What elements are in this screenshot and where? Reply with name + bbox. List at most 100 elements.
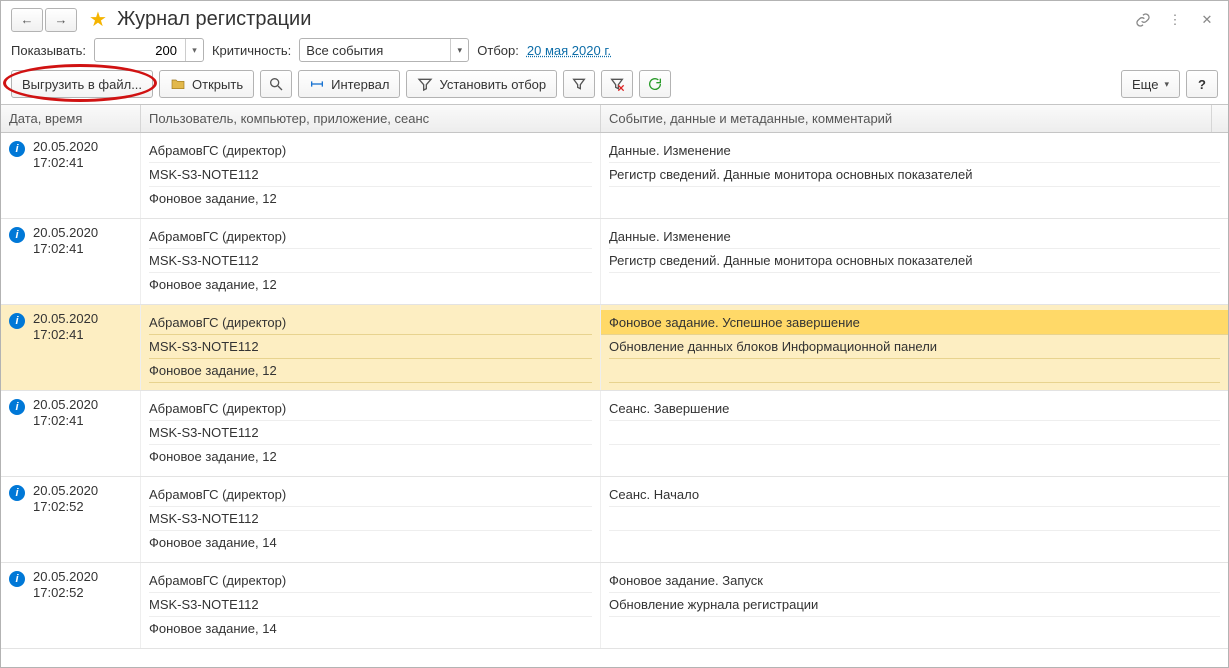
selection-label: Отбор: [477,43,519,58]
meta-line: Обновление данных блоков Информационной … [609,335,1220,359]
find-button[interactable] [260,70,292,98]
date-value: 20.05.2020 [33,397,98,413]
toolbar: Выгрузить в файл... Открыть Интервал Уст… [1,68,1228,104]
clear-filter-button[interactable] [601,70,633,98]
severity-select[interactable]: Все события ▾ [299,38,469,62]
set-filter-label: Установить отбор [439,77,546,92]
user-line: АбрамовГС (директор) [149,569,592,593]
date-value: 20.05.2020 [33,483,98,499]
datetime-text: 20.05.202017:02:41 [33,139,98,216]
host-line: MSK-S3-NOTE112 [149,507,592,531]
app-line: Фоновое задание, 12 [149,359,592,383]
link-icon[interactable] [1132,9,1154,31]
date-value: 20.05.2020 [33,139,98,155]
cell-event: Сеанс. Начало [601,477,1228,562]
grid-body[interactable]: i20.05.202017:02:41АбрамовГС (директор)M… [1,133,1228,656]
nav-forward-button[interactable]: → [45,8,77,32]
nav-group: ← → [11,8,77,32]
cell-datetime: i 20.05.202017:02:52 [1,563,141,648]
info-icon: i [9,313,25,329]
cell-event: Фоновое задание. Успешное завершениеОбно… [601,305,1228,390]
app-line: Фоновое задание, 14 [149,617,592,640]
table-row[interactable]: i20.05.202017:02:41АбрамовГС (директор)M… [1,219,1228,305]
close-icon[interactable]: ✕ [1196,9,1218,31]
export-to-file-button[interactable]: Выгрузить в файл... [11,70,153,98]
app-line: Фоновое задание, 12 [149,187,592,210]
date-value: 20.05.2020 [33,569,98,585]
nav-back-button[interactable]: ← [11,8,43,32]
cell-event: Данные. ИзменениеРегистр сведений. Данны… [601,219,1228,304]
event-line: Сеанс. Начало [609,483,1220,507]
chevron-down-icon: ▾ [1164,79,1169,90]
comment-line [609,359,1220,383]
open-button[interactable]: Открыть [159,70,254,98]
severity-label: Критичность: [212,43,291,58]
table-row[interactable]: i20.05.202017:02:41АбрамовГС (директор)M… [1,305,1228,391]
kebab-menu-icon[interactable]: ⋮ [1164,9,1186,31]
show-count-input[interactable]: ▾ [94,38,204,62]
meta-line [609,507,1220,531]
app-line: Фоновое задание, 12 [149,445,592,468]
selection-date-link[interactable]: 20 мая 2020 г. [527,43,611,58]
show-count-spinner[interactable]: ▾ [185,39,203,61]
time-value: 17:02:41 [33,155,98,171]
host-line: MSK-S3-NOTE112 [149,421,592,445]
datetime-text: 20.05.202017:02:41 [33,397,98,474]
cell-datetime: i20.05.202017:02:41 [1,391,141,476]
show-count-field[interactable] [95,39,185,61]
refresh-button[interactable] [639,70,671,98]
info-icon: i [9,227,25,243]
datetime-text: 20.05.202017:02:41 [33,225,98,302]
host-line: MSK-S3-NOTE112 [149,335,592,359]
user-line: АбрамовГС (директор) [149,139,592,163]
col-header-user[interactable]: Пользователь, компьютер, приложение, сеа… [141,105,601,132]
time-value: 17:02:52 [33,585,98,601]
set-filter-button[interactable]: Установить отбор [406,70,557,98]
help-button[interactable]: ? [1186,70,1218,98]
show-label: Показывать: [11,43,86,58]
funnel-clear-icon [609,76,625,92]
host-line: MSK-S3-NOTE112 [149,249,592,273]
comment-line [609,273,1220,296]
cell-user: АбрамовГС (директор)MSK-S3-NOTE112Фоново… [141,477,601,562]
host-line: MSK-S3-NOTE112 [149,163,592,187]
event-line: Фоновое задание. Запуск [609,569,1220,593]
cell-event: Сеанс. Завершение [601,391,1228,476]
meta-line: Обновление журнала регистрации [609,593,1220,617]
user-line: АбрамовГС (директор) [149,311,592,335]
event-line: Данные. Изменение [609,225,1220,249]
folder-open-icon [170,76,186,92]
favorite-star-icon[interactable]: ★ [89,7,107,32]
open-label: Открыть [192,77,243,92]
titlebar-actions: ⋮ ✕ [1132,9,1218,31]
comment-line [609,445,1220,468]
interval-button[interactable]: Интервал [298,70,400,98]
more-button[interactable]: Еще ▾ [1121,70,1180,98]
time-value: 17:02:52 [33,499,98,515]
help-icon: ? [1198,77,1206,92]
col-header-event[interactable]: Событие, данные и метаданные, комментари… [601,105,1212,132]
table-row[interactable]: i 20.05.202017:02:52 АбрамовГС (директор)M… [1,563,1228,649]
funnel-icon [571,76,587,92]
time-value: 17:02:41 [33,241,98,257]
table-row[interactable]: i20.05.202017:02:41АбрамовГС (директор)M… [1,133,1228,219]
chevron-down-icon[interactable]: ▾ [450,39,468,61]
log-grid: Дата, время Пользователь, компьютер, при… [1,104,1228,656]
date-value: 20.05.2020 [33,225,98,241]
meta-line: Регистр сведений. Данные монитора основн… [609,163,1220,187]
grid-header: Дата, время Пользователь, компьютер, при… [1,105,1228,133]
filter-by-current-button[interactable] [563,70,595,98]
col-header-datetime[interactable]: Дата, время [1,105,141,132]
host-line: MSK-S3-NOTE112 [149,593,592,617]
datetime-text: 20.05.202017:02:52 [33,569,98,646]
info-icon: i [9,485,25,501]
user-line: АбрамовГС (директор) [149,397,592,421]
cell-user: АбрамовГС (директор)MSK-S3-NOTE112Фоново… [141,563,601,648]
app-line: Фоновое задание, 12 [149,273,592,296]
table-row[interactable]: i 20.05.202017:02:52 АбрамовГС (директор)M… [1,477,1228,563]
meta-line [609,421,1220,445]
table-row[interactable]: i20.05.202017:02:41 АбрамовГС (директор)M… [1,391,1228,477]
info-icon: i [9,571,25,587]
datetime-text: 20.05.202017:02:52 [33,483,98,560]
filterbar: Показывать: ▾ Критичность: Все события ▾… [1,34,1228,68]
